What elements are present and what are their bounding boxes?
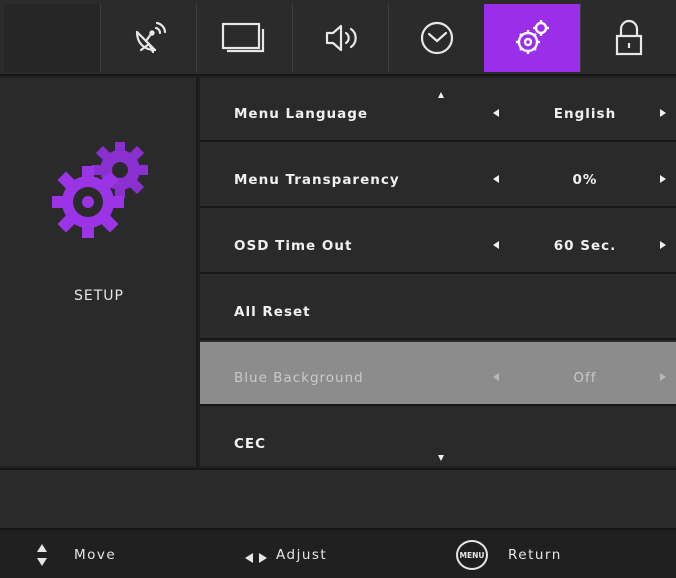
tab-channel[interactable] (100, 4, 196, 72)
adjust-hint: Adjust (276, 547, 328, 563)
menu-button-icon: MENU (456, 540, 488, 570)
gears-icon (510, 16, 554, 60)
menu-item-all-reset[interactable]: All Reset (200, 276, 676, 340)
menu-item-value: 0% (572, 172, 598, 188)
tab-lock[interactable] (580, 4, 676, 72)
setup-menu-list: Menu Language English Menu Transparency … (200, 78, 676, 466)
satellite-dish-icon (129, 18, 169, 58)
left-arrow-icon[interactable] (493, 373, 499, 381)
scroll-down-icon[interactable] (438, 455, 444, 461)
up-down-arrows-icon (36, 543, 48, 571)
tab-empty (4, 4, 100, 72)
tab-setup[interactable] (484, 4, 580, 72)
footer-hints: Move Adjust MENU Return (0, 532, 676, 578)
menu-item-label: All Reset (234, 304, 311, 320)
menu-item-menu-transparency[interactable]: Menu Transparency 0% (200, 144, 676, 208)
menu-item-label: Blue Background (234, 370, 364, 386)
setup-gears-icon (48, 136, 158, 250)
left-arrow-icon[interactable] (493, 241, 499, 249)
section-title: SETUP (74, 288, 124, 304)
tab-picture[interactable] (196, 4, 292, 72)
menu-badge-label: MENU (459, 550, 485, 560)
left-right-arrows-icon (244, 549, 268, 568)
menu-item-label: Menu Transparency (234, 172, 400, 188)
right-arrow-icon[interactable] (660, 373, 666, 381)
menu-item-menu-language[interactable]: Menu Language English (200, 78, 676, 142)
lock-icon (611, 18, 647, 58)
menu-item-blue-background[interactable]: Blue Background Off (200, 342, 676, 406)
return-hint: Return (508, 547, 562, 563)
tab-time[interactable] (388, 4, 484, 72)
menu-tab-bar (0, 0, 676, 76)
info-bar (0, 468, 676, 530)
menu-item-value: 60 Sec. (553, 238, 617, 254)
picture-icon (220, 20, 270, 56)
menu-item-osd-time-out[interactable]: OSD Time Out 60 Sec. (200, 210, 676, 274)
right-arrow-icon[interactable] (660, 175, 666, 183)
left-arrow-icon[interactable] (493, 175, 499, 183)
menu-item-value: English (553, 106, 617, 122)
right-arrow-icon[interactable] (660, 241, 666, 249)
speaker-sound-icon (321, 20, 361, 56)
move-hint: Move (74, 547, 117, 563)
menu-item-cec[interactable]: CEC (200, 408, 676, 472)
menu-item-value: Off (573, 370, 597, 386)
clock-icon (417, 18, 457, 58)
scroll-up-icon[interactable] (438, 92, 444, 98)
menu-item-label: OSD Time Out (234, 238, 353, 254)
section-panel: SETUP (0, 78, 198, 466)
left-arrow-icon[interactable] (493, 109, 499, 117)
tab-sound[interactable] (292, 4, 388, 72)
menu-item-label: Menu Language (234, 106, 369, 122)
right-arrow-icon[interactable] (660, 109, 666, 117)
